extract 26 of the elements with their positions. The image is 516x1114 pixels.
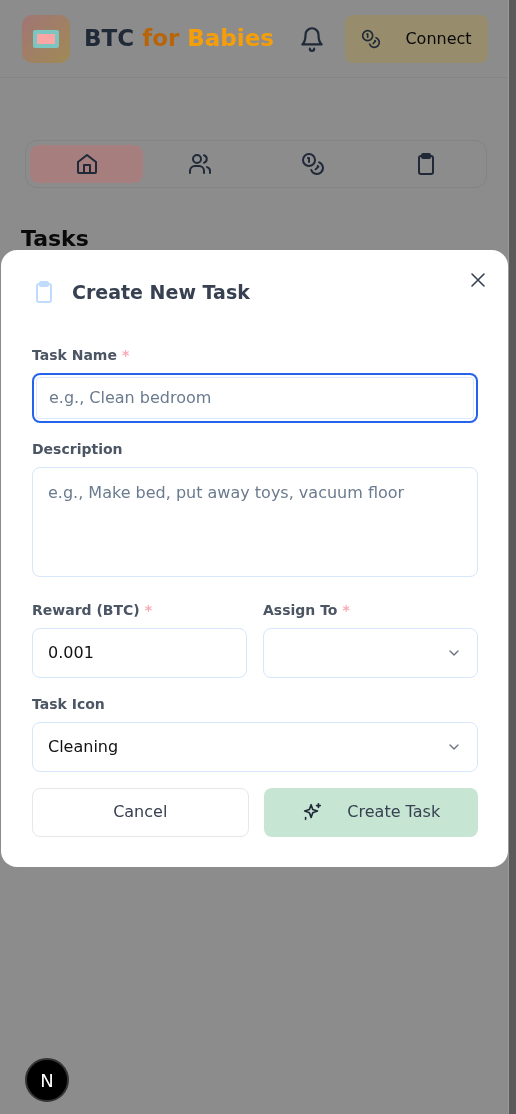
- dev-badge[interactable]: N: [25, 1058, 69, 1102]
- bell-icon[interactable]: [299, 24, 325, 53]
- field-label: Description: [32, 439, 124, 459]
- coins-icon: [361, 28, 382, 49]
- create-task-button[interactable]: Create Task: [263, 787, 478, 837]
- logo-icon: [22, 14, 70, 63]
- people-icon: [187, 152, 212, 176]
- field-label: Task Icon: [32, 694, 106, 714]
- select-field[interactable]: [263, 627, 478, 678]
- field-label: Reward (BTC) *: [32, 600, 154, 620]
- field-label: Assign To *: [263, 600, 351, 620]
- input-field[interactable]: e.g., Clean bedroom: [32, 372, 478, 423]
- input-field[interactable]: 0.001: [32, 627, 247, 678]
- nav-tab[interactable]: [30, 145, 143, 183]
- modal-title: Create New Task: [72, 280, 250, 305]
- sparkle-icon: [301, 801, 324, 823]
- coins-icon: [300, 152, 325, 176]
- select-field[interactable]: Cleaning: [32, 721, 478, 772]
- page-title: Tasks: [21, 225, 90, 253]
- scrollbar[interactable]: [508, 0, 516, 1114]
- connect-button[interactable]: Connect: [345, 14, 488, 63]
- app-title: BTC for Babies: [84, 24, 274, 54]
- cancel-button[interactable]: Cancel: [32, 787, 249, 837]
- field-label: Task Name *: [32, 345, 131, 365]
- close-button[interactable]: [470, 272, 486, 288]
- home-icon: [74, 152, 99, 176]
